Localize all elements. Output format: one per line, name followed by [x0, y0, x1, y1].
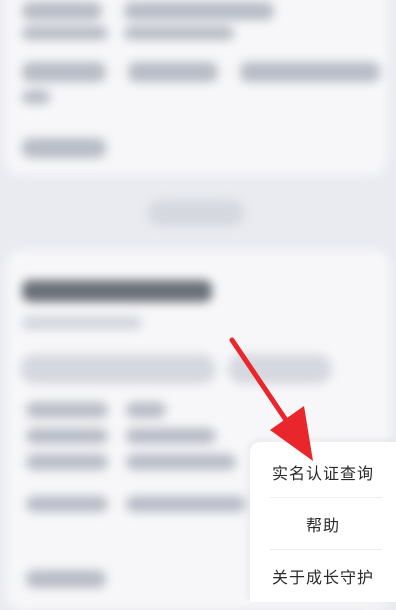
- arrow-shaft: [229, 337, 297, 435]
- annotation-arrow: [229, 337, 313, 461]
- arrow-head: [270, 406, 313, 461]
